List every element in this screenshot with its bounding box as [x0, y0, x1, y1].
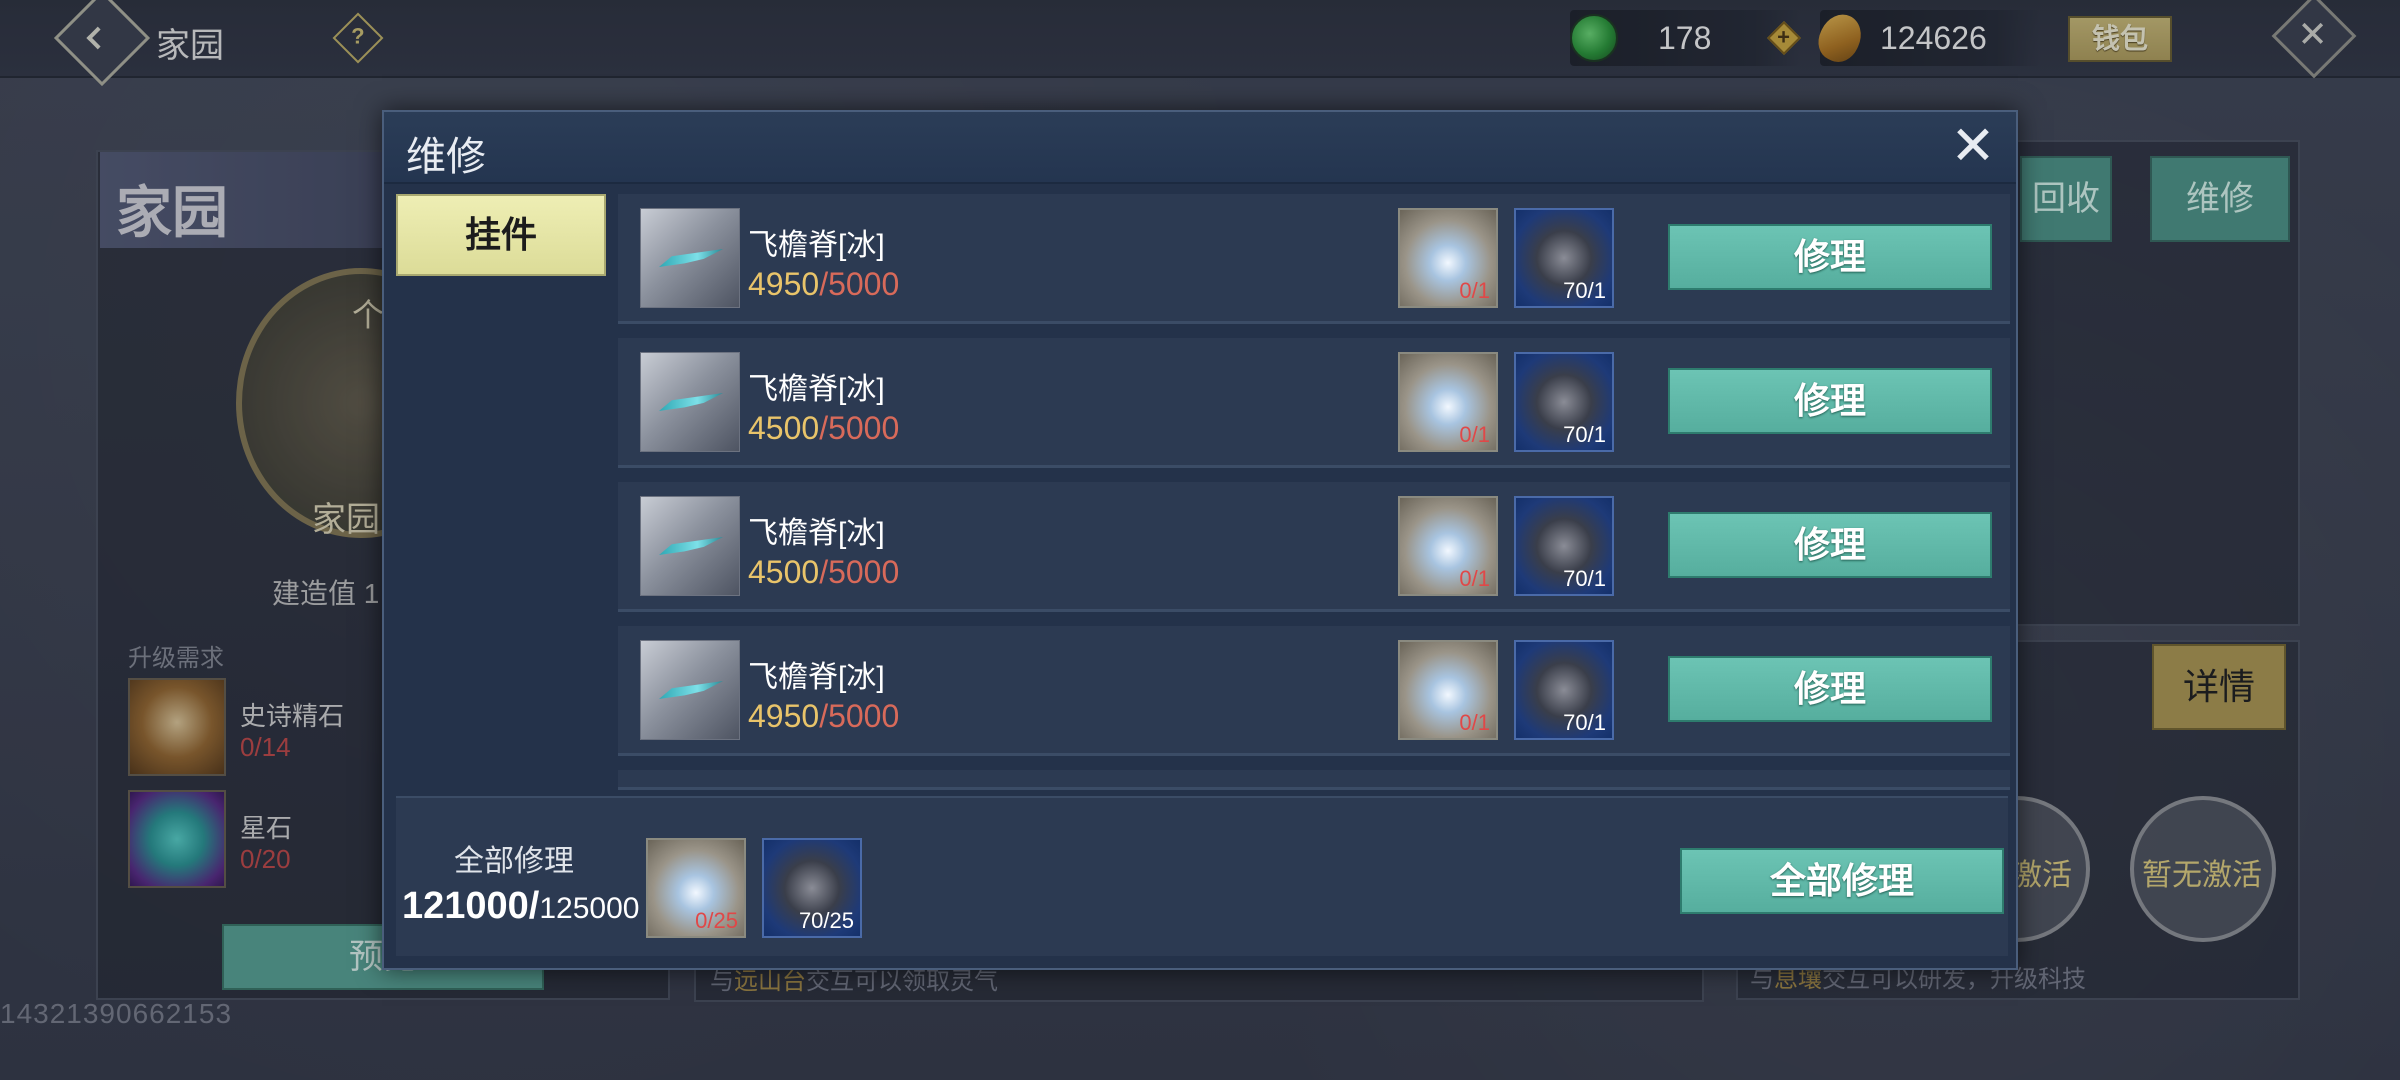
iron-ore-icon[interactable]: 70/1 [1514, 640, 1614, 740]
list-item-partial [618, 770, 2010, 790]
repair-all-footer: 全部修理 121000/125000 0/25 70/25 全部修理 [396, 796, 2008, 956]
item-durability: 4950/5000 [748, 698, 900, 734]
repair-dialog: 维修 ✕ 挂件 飞檐脊[冰] 4950/5000 0/1 70/1 修理 飞檐脊… [382, 110, 2018, 970]
spirit-flame-icon[interactable]: 0/1 [1398, 496, 1498, 596]
ridge-ornament-icon[interactable] [640, 352, 740, 452]
ridge-ornament-icon[interactable] [640, 208, 740, 308]
dialog-title: 维修 [406, 135, 486, 179]
tab-pendant[interactable]: 挂件 [396, 194, 606, 276]
repair-button[interactable]: 修理 [1668, 512, 1992, 578]
repair-all-label: 全部修理 [454, 845, 574, 878]
item-name: 飞檐脊[冰] [748, 229, 885, 262]
iron-ore-icon[interactable]: 70/1 [1514, 352, 1614, 452]
item-name: 飞檐脊[冰] [748, 661, 885, 694]
repair-item-list[interactable]: 飞檐脊[冰] 4950/5000 0/1 70/1 修理 飞檐脊[冰] 4500… [618, 194, 2010, 884]
spirit-flame-icon[interactable]: 0/1 [1398, 208, 1498, 308]
total-durability: 121000/125000 [402, 885, 640, 927]
spirit-flame-icon[interactable]: 0/25 [646, 838, 746, 938]
repair-button[interactable]: 修理 [1668, 224, 1992, 290]
list-item: 飞檐脊[冰] 4950/5000 0/1 70/1 修理 [618, 626, 2010, 756]
item-durability: 4500/5000 [748, 554, 900, 590]
repair-button[interactable]: 修理 [1668, 656, 1992, 722]
iron-ore-icon[interactable]: 70/25 [762, 838, 862, 938]
list-item: 飞檐脊[冰] 4500/5000 0/1 70/1 修理 [618, 338, 2010, 468]
spirit-flame-icon[interactable]: 0/1 [1398, 640, 1498, 740]
item-name: 飞檐脊[冰] [748, 373, 885, 406]
ridge-ornament-icon[interactable] [640, 496, 740, 596]
iron-ore-icon[interactable]: 70/1 [1514, 496, 1614, 596]
spirit-flame-icon[interactable]: 0/1 [1398, 352, 1498, 452]
item-durability: 4500/5000 [748, 410, 900, 446]
repair-all-button[interactable]: 全部修理 [1680, 848, 2004, 914]
item-durability: 4950/5000 [748, 266, 900, 302]
close-icon[interactable]: ✕ [1950, 119, 1996, 173]
item-name: 飞檐脊[冰] [748, 517, 885, 550]
iron-ore-icon[interactable]: 70/1 [1514, 208, 1614, 308]
repair-button[interactable]: 修理 [1668, 368, 1992, 434]
dialog-header: 维修 ✕ [384, 112, 2016, 184]
list-item: 飞檐脊[冰] 4500/5000 0/1 70/1 修理 [618, 482, 2010, 612]
list-item: 飞檐脊[冰] 4950/5000 0/1 70/1 修理 [618, 194, 2010, 324]
ridge-ornament-icon[interactable] [640, 640, 740, 740]
